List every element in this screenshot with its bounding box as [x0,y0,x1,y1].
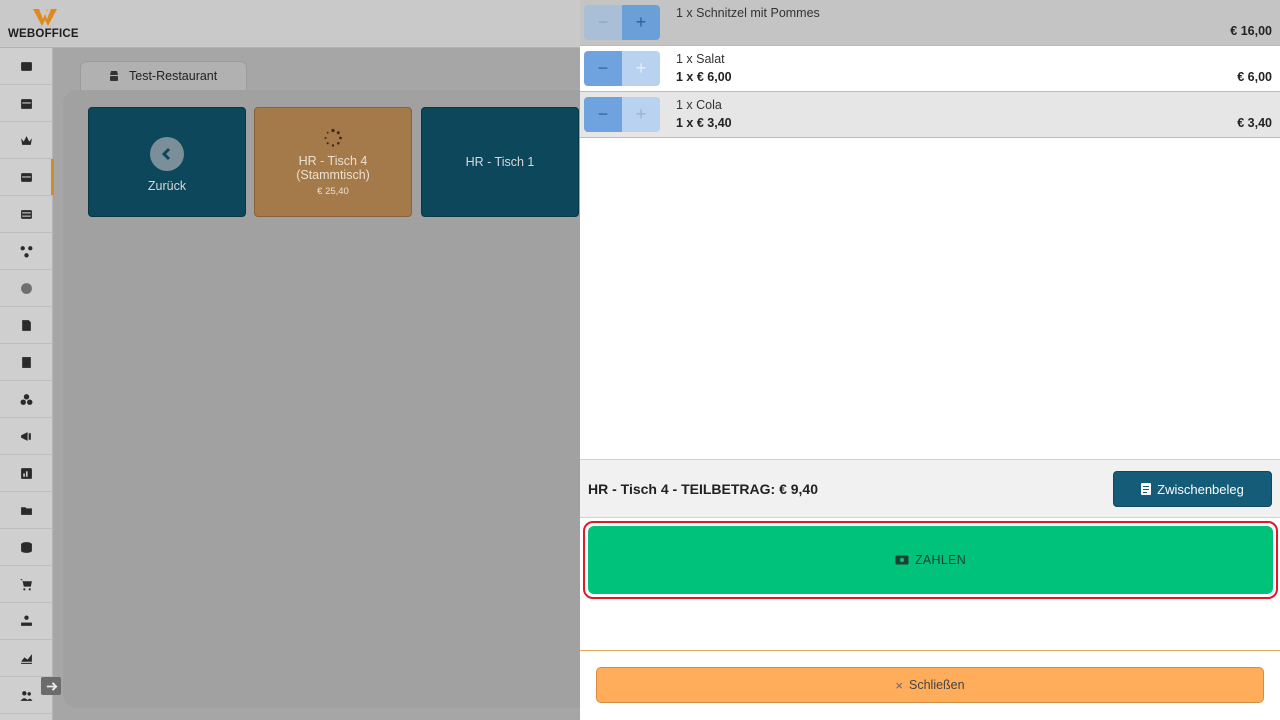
increase-quantity-button[interactable]: + [622,51,660,86]
sidebar-item-receipt[interactable] [0,344,53,381]
pay-button[interactable]: ZAHLEN [588,526,1273,594]
sidebar-item-calendar[interactable] [0,85,53,122]
order-item-unit-price: 1 x € 3,40 [676,116,732,130]
logo-text: WEBOFFICE [8,28,79,40]
folder-icon [21,506,32,515]
table-tile-name: HR - Tisch 4 [298,153,368,168]
sidebar-item-list[interactable] [0,196,53,233]
line-chart-icon [21,653,32,664]
table-layout-icon [21,172,32,182]
zwischenbeleg-button[interactable]: Zwischenbeleg [1113,471,1272,507]
subtotal-text: HR - Tisch 4 - TEILBETRAG: € 9,40 [588,481,819,497]
hierarchy-icon [21,615,32,626]
sidebar-item-staff-tree[interactable] [0,603,53,640]
order-item-name: 1 x Cola [676,98,722,112]
document-icon [22,319,31,331]
increase-quantity-button[interactable]: + [622,5,660,40]
close-label: Schließen [909,678,965,692]
increase-quantity-button[interactable]: + [622,97,660,132]
top-header: WEBOFFICE [0,0,580,48]
cash-register-icon [21,61,32,71]
sidebar-item-network[interactable] [0,233,53,270]
decrease-quantity-button[interactable]: − [584,5,622,40]
sidebar-item-tables[interactable] [0,159,54,196]
receipt-icon [22,356,31,368]
order-item-total: € 16,00 [1230,24,1272,38]
loading-spinner-icon [324,128,342,147]
sidebar-item-folders[interactable] [0,492,53,529]
subtotal-bar: HR - Tisch 4 - TEILBETRAG: € 9,40 Zwisch… [580,459,1280,518]
sidebar-item-marketing[interactable] [0,418,53,455]
order-item-name: 1 x Schnitzel mit Pommes [676,6,820,20]
sidebar-item-shop[interactable] [0,566,53,603]
money-icon [895,555,909,565]
table-tile-hr-tisch-4[interactable]: HR - Tisch 4 (Stammtisch) € 25,40 [254,107,412,217]
table-tile-subtitle: (Stammtisch) [296,167,370,182]
decrease-quantity-button[interactable]: − [584,97,622,132]
order-panel: − + 1 x Schnitzel mit Pommes € 16,00 − +… [580,0,1280,720]
clock-icon [21,282,32,294]
tab-label: Test-Restaurant [129,69,218,83]
table-tile-amount: € 25,40 [317,185,349,197]
megaphone-icon [21,431,31,441]
shopping-cart-icon [20,578,32,590]
order-item-total: € 3,40 [1237,116,1272,130]
decrease-quantity-button[interactable]: − [584,51,622,86]
close-icon: × [895,677,903,693]
table-tile-name: HR - Tisch 1 [465,155,535,169]
network-icon [20,245,33,257]
bar-chart-icon [21,467,32,479]
footer-divider [580,650,1280,651]
boxes-icon [20,393,33,405]
sidebar-item-bundles[interactable] [0,381,53,418]
weboffice-logo-icon [33,9,57,26]
tab-test-restaurant[interactable]: Test-Restaurant [80,61,247,90]
sidebar-item-time[interactable] [0,270,53,307]
sidebar-expand-button[interactable] [41,677,61,695]
restaurant-icon [110,71,118,81]
sidebar-item-premium[interactable] [0,122,53,159]
table-tile-hr-tisch-1[interactable]: HR - Tisch 1 [421,107,579,217]
arrow-right-icon [46,681,57,691]
order-item-row: − + 1 x Cola 1 x € 3,40 € 3,40 [580,92,1280,138]
sidebar-item-reports[interactable] [0,455,53,492]
sidebar-item-database[interactable] [0,529,53,566]
calendar-icon [21,98,32,109]
order-item-row: − + 1 x Schnitzel mit Pommes € 16,00 [580,0,1280,46]
receipt-icon [1141,483,1152,495]
sidebar-item-statistics[interactable] [0,640,53,677]
back-tile-label: Zurück [147,179,187,193]
database-icon [21,541,32,553]
sidebar-item-document[interactable] [0,307,53,344]
sidebar-menu [0,48,54,714]
chevron-left-icon [150,137,184,171]
order-item-row: − + 1 x Salat 1 x € 6,00 € 6,00 [580,46,1280,92]
crown-icon [21,135,32,145]
order-item-unit-price: 1 x € 6,00 [676,70,732,84]
sidebar-item-cashbox[interactable] [0,48,53,85]
order-item-name: 1 x Salat [676,52,725,66]
zwischenbeleg-label: Zwischenbeleg [1157,481,1244,497]
users-icon [20,690,33,701]
pay-label: ZAHLEN [914,553,967,567]
list-icon [21,209,32,219]
close-button[interactable]: × Schließen [596,667,1264,703]
order-item-total: € 6,00 [1237,70,1272,84]
back-tile[interactable]: Zurück [88,107,246,217]
